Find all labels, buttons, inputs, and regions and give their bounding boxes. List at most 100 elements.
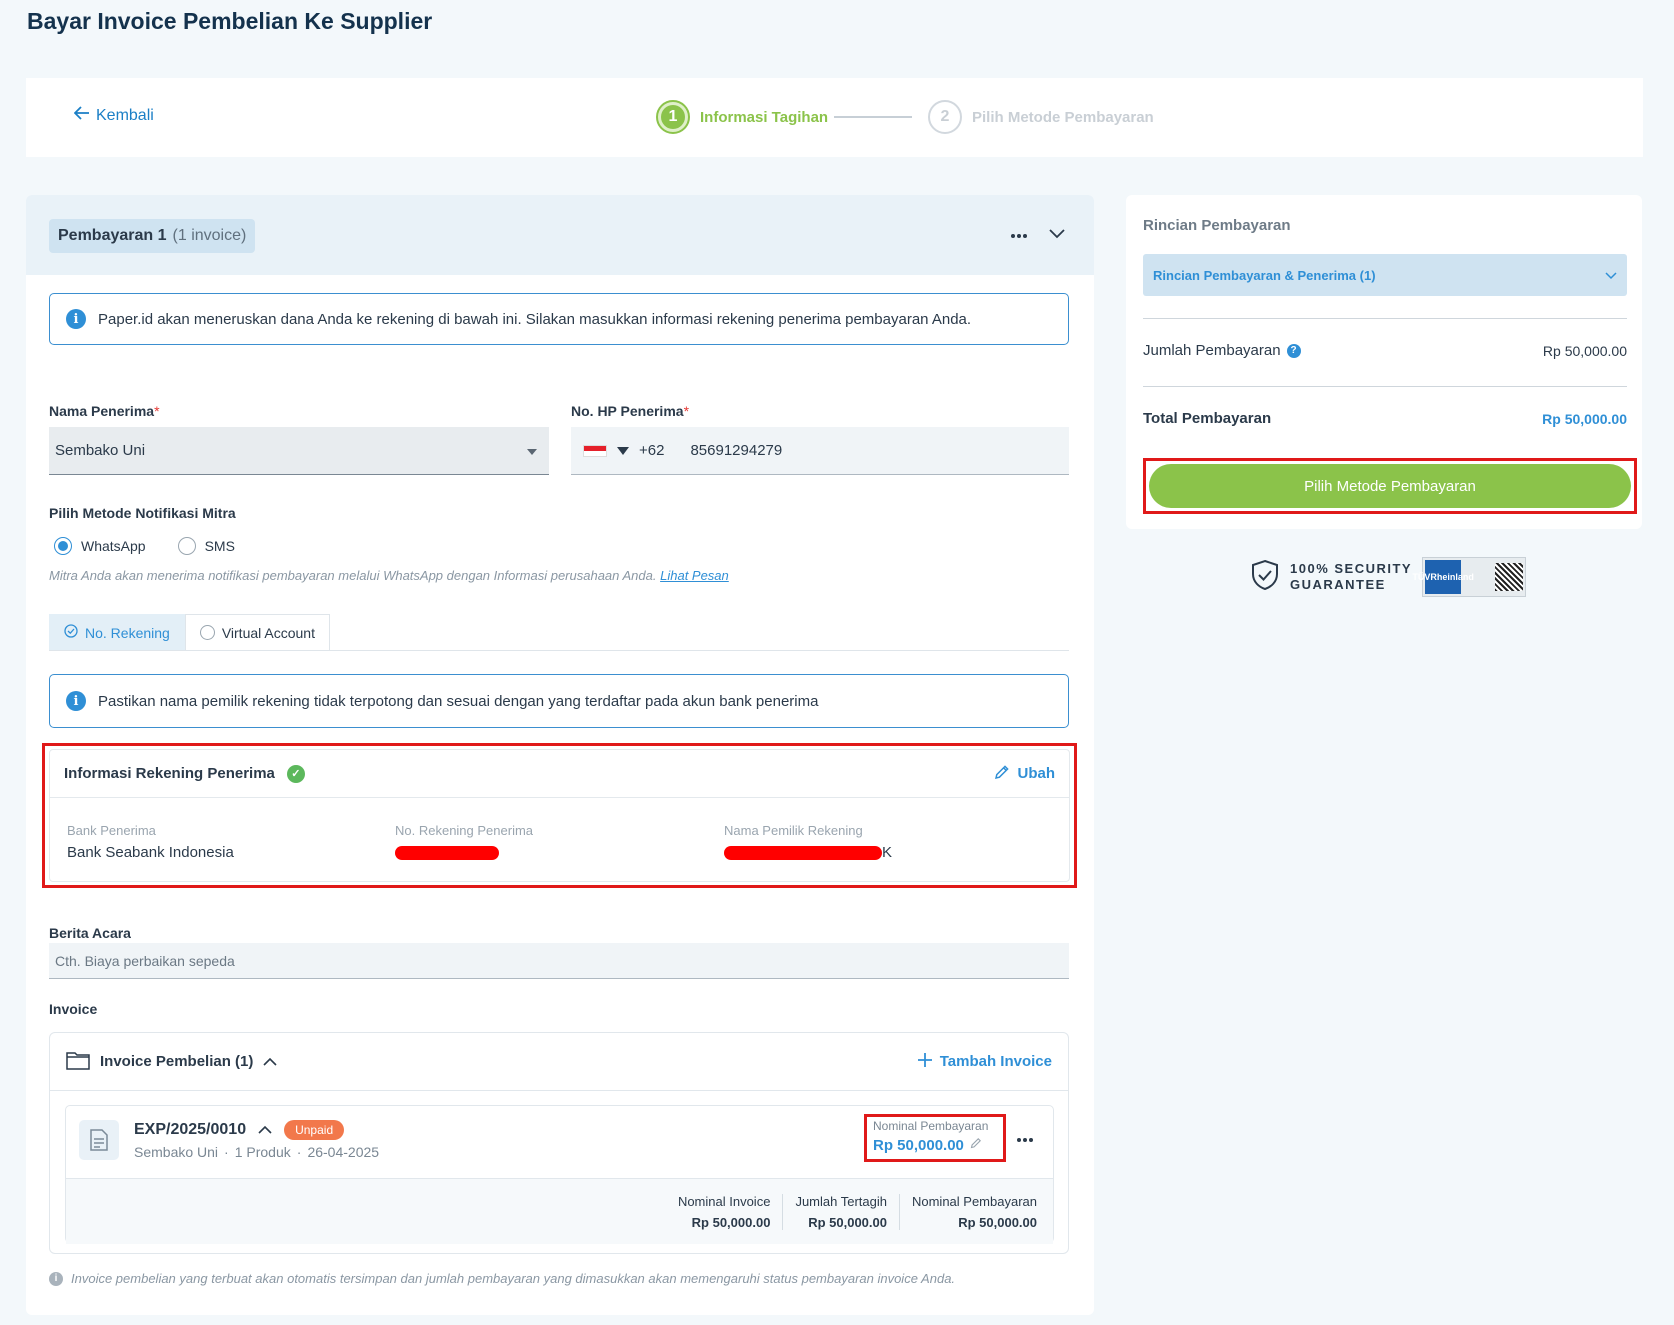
account-number-column: No. Rekening Penerima: [395, 823, 533, 860]
account-name-info-text: Pastikan nama pemilik rekening tidak ter…: [98, 692, 819, 710]
more-options-icon[interactable]: [1011, 223, 1027, 244]
radio-sms-dot[interactable]: [177, 537, 196, 555]
invoice-section-label: Invoice: [49, 1001, 98, 1017]
invoice-item-title-row: EXP/2025/0010 Unpaid: [134, 1120, 345, 1140]
check-circle-icon: [64, 624, 78, 641]
chevron-up-icon[interactable]: [258, 1121, 272, 1139]
step-1-label: Informasi Tagihan: [700, 108, 829, 126]
amount-row: Jumlah Pembayaran ? Rp 50,000.00: [1143, 342, 1627, 359]
tuv-certification-badge: TÜVRheinland: [1412, 557, 1527, 597]
pencil-icon[interactable]: [970, 1136, 982, 1154]
summary-accordion-label: Rincian Pembayaran & Penerima (1): [1153, 267, 1376, 283]
tuv-logo: TÜVRheinland: [1412, 560, 1474, 594]
account-number-label: No. Rekening Penerima: [395, 823, 534, 838]
forward-funds-info: i Paper.id akan meneruskan dana Anda ke …: [49, 293, 1069, 345]
country-dropdown-icon[interactable]: [617, 442, 629, 459]
payment-card-header: Pembayaran 1 (1 invoice): [26, 195, 1094, 275]
account-highlight-frame: Informasi Rekening Penerima ✓ Ubah Bank …: [42, 743, 1077, 888]
account-info-box: Informasi Rekening Penerima ✓ Ubah Bank …: [49, 749, 1070, 882]
choose-payment-method-button[interactable]: Pilih Metode Pembayaran: [1149, 464, 1631, 508]
nominal-label: Nominal Pembayaran: [873, 1119, 989, 1133]
add-invoice-button[interactable]: Tambah Invoice: [917, 1052, 1052, 1071]
invoice-date: 26-04-2025: [307, 1144, 380, 1160]
invoice-footnote: i Invoice pembelian yang terbuat akan ot…: [49, 1271, 955, 1286]
forward-funds-text: Paper.id akan meneruskan dana Anda ke re…: [98, 310, 972, 328]
nominal-edit[interactable]: Rp 50,000.00: [873, 1136, 997, 1154]
amount-value: Rp 50,000.00: [1542, 342, 1627, 359]
edit-account-button[interactable]: Ubah: [994, 764, 1056, 784]
invoice-supplier: Sembako Uni: [134, 1144, 219, 1160]
add-invoice-label: Tambah Invoice: [939, 1053, 1052, 1070]
account-owner-column: Nama Pemilik Rekening K: [724, 823, 892, 861]
tab-virtual-account-label: Virtual Account: [221, 624, 315, 641]
invoice-number[interactable]: EXP/2025/0010: [134, 1121, 246, 1139]
radio-whatsapp-dot[interactable]: [54, 537, 72, 555]
radio-whatsapp[interactable]: WhatsApp: [54, 537, 146, 555]
account-type-tabs: No. Rekening Virtual Account: [49, 614, 1069, 651]
tab-no-rekening[interactable]: No. Rekening: [49, 614, 185, 650]
more-options-icon[interactable]: [1017, 1130, 1033, 1148]
recipient-label: Nama Penerima*: [49, 403, 160, 419]
help-icon[interactable]: ?: [1286, 343, 1301, 358]
verified-check-icon: ✓: [286, 764, 305, 783]
amount-label: Jumlah Pembayaran: [1143, 342, 1281, 359]
account-info-title: Informasi Rekening Penerima: [64, 765, 275, 782]
tab-virtual-account[interactable]: Virtual Account: [184, 614, 330, 650]
folder-icon: [66, 1050, 90, 1074]
back-link[interactable]: Kembali: [73, 106, 154, 125]
invoice-group: Invoice Pembelian (1) Tambah Invoice EXP…: [49, 1032, 1069, 1254]
invoice-summary: Nominal Invoice Rp 50,000.00 Jumlah Tert…: [66, 1178, 1053, 1244]
caret-down-icon: [527, 442, 537, 459]
payment-chip-title: Pembayaran 1: [58, 227, 167, 244]
status-badge: Unpaid: [284, 1120, 345, 1140]
radio-whatsapp-label: WhatsApp: [81, 538, 146, 554]
pay-button-highlight-frame: Pilih Metode Pembayaran: [1143, 458, 1637, 514]
payment-chip: Pembayaran 1 (1 invoice): [49, 219, 256, 253]
radio-sms[interactable]: SMS: [177, 537, 235, 555]
radio-sms-label: SMS: [204, 538, 235, 554]
qr-code-icon: [1495, 563, 1524, 591]
summary-nominal-pembayaran: Nominal Pembayaran Rp 50,000.00: [898, 1193, 1049, 1230]
phone-input[interactable]: +62 85691294279: [571, 427, 1069, 475]
nominal-highlight-frame: Nominal Pembayaran Rp 50,000.00: [864, 1114, 1006, 1162]
notif-method-options: WhatsApp SMS: [54, 537, 235, 555]
edit-account-label: Ubah: [1017, 765, 1056, 782]
indonesia-flag-icon: [583, 444, 607, 457]
chevron-up-icon[interactable]: [263, 1053, 277, 1070]
step-bar: Kembali 1 Informasi Tagihan 2 Pilih Meto…: [26, 78, 1643, 157]
bank-column: Bank Penerima Bank Seabank Indonesia: [67, 823, 234, 861]
chevron-down-icon[interactable]: [1049, 223, 1065, 244]
security-line-2: GUARANTEE: [1290, 577, 1386, 592]
account-owner-redaction: [724, 845, 882, 860]
view-message-link[interactable]: Lihat Pesan: [660, 568, 729, 583]
arrow-left-icon: [73, 106, 90, 125]
summary-jumlah-tertagih: Jumlah Tertagih Rp 50,000.00: [782, 1193, 899, 1230]
invoice-group-title: Invoice Pembelian (1): [100, 1053, 254, 1070]
tab-no-rekening-label: No. Rekening: [85, 624, 170, 641]
notif-method-label: Pilih Metode Notifikasi Mitra: [49, 505, 236, 521]
chevron-down-icon: [1605, 268, 1617, 283]
security-guarantee: 100% SECURITY GUARANTEE TÜVRheinland: [1250, 557, 1527, 597]
info-icon: i: [49, 1271, 63, 1286]
back-label: Kembali: [96, 106, 154, 124]
nominal-value: Rp 50,000.00: [873, 1136, 964, 1154]
info-icon: i: [66, 691, 86, 711]
invoice-item: EXP/2025/0010 Unpaid Sembako Uni · 1 Pro…: [65, 1105, 1054, 1244]
document-icon: [79, 1120, 119, 1160]
divider: [1143, 386, 1627, 387]
notif-hint: Mitra Anda akan menerima notifikasi pemb…: [49, 568, 729, 583]
page-title: Bayar Invoice Pembelian Ke Supplier: [27, 8, 433, 34]
info-icon: i: [66, 309, 86, 329]
recipient-value: Sembako Uni: [55, 442, 146, 459]
account-owner-label: Nama Pemilik Rekening: [724, 823, 863, 838]
summary-accordion[interactable]: Rincian Pembayaran & Penerima (1): [1143, 254, 1627, 296]
step-2-label: Pilih Metode Pembayaran: [972, 108, 1154, 126]
divider: [1143, 318, 1627, 319]
radio-virtual-account: [199, 625, 215, 640]
payment-chip-count: (1 invoice): [172, 227, 247, 244]
payment-card: Pembayaran 1 (1 invoice) i Paper.id akan…: [26, 195, 1094, 1315]
account-info-header: Informasi Rekening Penerima ✓ Ubah: [50, 750, 1069, 798]
recipient-select[interactable]: Sembako Uni: [49, 427, 549, 475]
memo-input[interactable]: Cth. Biaya perbaikan sepeda: [49, 943, 1069, 979]
phone-label: No. HP Penerima*: [571, 403, 690, 419]
